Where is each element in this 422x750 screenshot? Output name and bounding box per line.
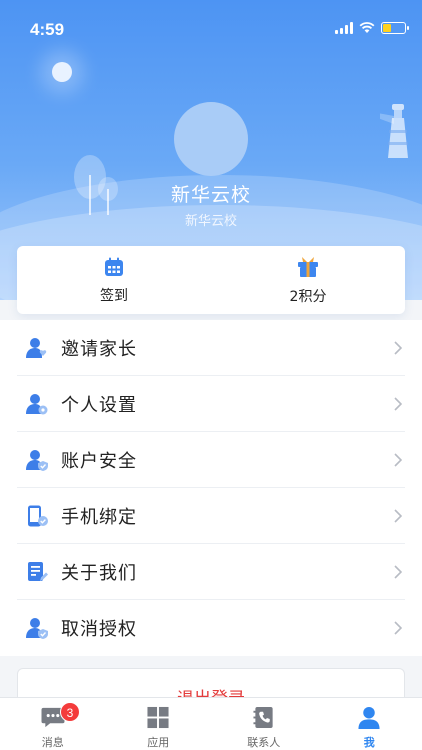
user-settings-icon: [24, 391, 50, 417]
quick-actions-card: 签到 2积分: [17, 246, 405, 314]
tab-label: 我: [363, 736, 375, 749]
chevron-right-icon: [394, 565, 402, 579]
person-icon: [358, 706, 380, 729]
chevron-right-icon: [394, 453, 402, 467]
lighthouse-decoration: [380, 104, 408, 158]
tab-apps[interactable]: 应用: [106, 698, 212, 750]
cellular-signal-icon: [335, 22, 353, 34]
revoke-auth-icon: [24, 615, 50, 641]
menu-item-label: 账户安全: [61, 451, 137, 472]
gift-icon: [298, 256, 318, 277]
battery-icon: [381, 22, 409, 34]
tab-messages[interactable]: 3 消息: [0, 698, 106, 750]
wifi-icon: [359, 22, 375, 33]
chevron-right-icon: [394, 397, 402, 411]
menu-item-account-security[interactable]: 账户安全: [0, 432, 422, 488]
unread-badge: 3: [60, 702, 80, 722]
menu-item-label: 手机绑定: [61, 507, 137, 528]
tab-label: 消息: [41, 736, 64, 749]
points-button[interactable]: 2积分: [211, 246, 405, 314]
tab-label: 应用: [147, 736, 170, 749]
document-edit-icon: [24, 559, 50, 585]
tab-label: 联系人: [247, 736, 281, 749]
grid-apps-icon: [147, 706, 169, 729]
sign-in-button[interactable]: 签到: [17, 246, 211, 314]
menu-item-invite-parent[interactable]: 邀请家长: [0, 320, 422, 376]
menu-item-label: 取消授权: [61, 619, 137, 640]
menu-item-personal-settings[interactable]: 个人设置: [0, 376, 422, 432]
points-label: 2积分: [289, 288, 327, 305]
menu-item-phone-binding[interactable]: 手机绑定: [0, 488, 422, 544]
settings-menu: 邀请家长 个人设置 账户安全 手机绑定 关于我们 取消授权: [0, 320, 422, 656]
menu-item-label: 个人设置: [61, 395, 137, 416]
chevron-right-icon: [394, 509, 402, 523]
menu-item-about-us[interactable]: 关于我们: [0, 544, 422, 600]
account-security-icon: [24, 447, 50, 473]
avatar[interactable]: [174, 102, 248, 176]
status-bar: 4:59: [0, 0, 422, 60]
menu-item-label: 关于我们: [61, 563, 137, 584]
sun-decoration: [52, 62, 72, 82]
tab-me[interactable]: 我: [317, 698, 422, 750]
menu-item-label: 邀请家长: [61, 339, 137, 360]
bottom-tab-bar: 3 消息 应用 联系人 我: [0, 697, 422, 750]
sign-in-label: 签到: [100, 287, 128, 304]
menu-item-revoke-authorization[interactable]: 取消授权: [0, 600, 422, 656]
phone-bind-icon: [24, 503, 50, 529]
contacts-phone-icon: [253, 706, 273, 729]
chevron-right-icon: [394, 621, 402, 635]
profile-subtitle: 新华云校: [184, 214, 237, 229]
chevron-right-icon: [394, 341, 402, 355]
tab-contacts[interactable]: 联系人: [211, 698, 317, 750]
calendar-icon: [105, 257, 123, 276]
invite-parent-icon: [24, 335, 50, 361]
profile-name: 新华云校: [170, 184, 251, 206]
status-time: 4:59: [30, 20, 65, 39]
